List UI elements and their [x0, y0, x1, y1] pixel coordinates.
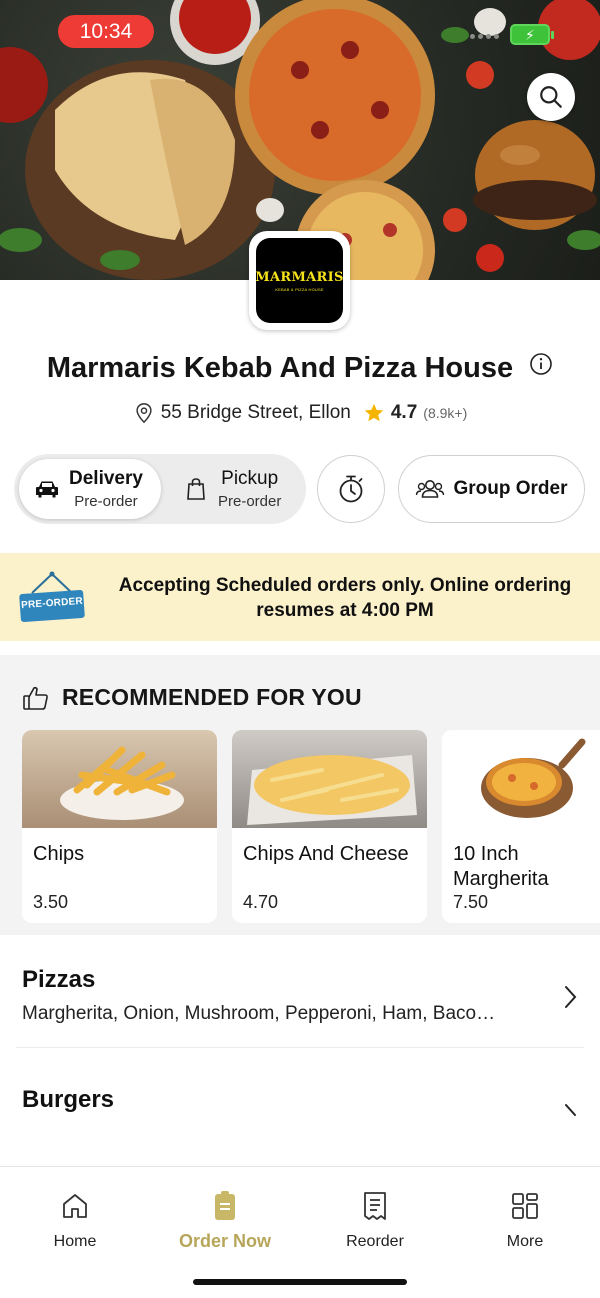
logo-text: MARMARIS	[255, 269, 344, 285]
recommended-section: RECOMMENDED FOR YOU Chips 3.50 Chips And…	[0, 655, 600, 935]
restaurant-name: Marmaris Kebab And Pizza House	[46, 352, 514, 384]
grid-icon	[512, 1193, 538, 1219]
address-row: 55 Bridge Street, Ellon 4.7 (8.9k+)	[0, 401, 600, 425]
group-order-label: Group Order	[453, 478, 568, 499]
logo-subtext: KEBAB & PIZZA HOUSE	[275, 286, 324, 292]
rating-value: 4.7	[390, 402, 418, 423]
home-indicator	[193, 1279, 407, 1285]
recommended-card-chips[interactable]: Chips 3.50	[22, 730, 217, 923]
recommended-heading-row: RECOMMENDED FOR YOU	[22, 684, 362, 711]
order-now-icon	[215, 1191, 235, 1220]
pickup-option[interactable]: Pickup Pre-order	[172, 459, 304, 519]
tab-label: Home	[53, 1233, 97, 1250]
margherita-photo	[442, 730, 600, 828]
status-bar-time: 10:34	[58, 15, 154, 48]
group-icon	[416, 480, 445, 498]
chevron-right-icon	[565, 1104, 576, 1116]
item-name: Chips	[33, 843, 85, 865]
item-name: Chips And Cheese	[243, 843, 409, 865]
tab-label: Reorder	[346, 1233, 404, 1250]
tab-more[interactable]: More	[450, 1189, 600, 1251]
tab-reorder[interactable]: Reorder	[300, 1189, 450, 1251]
banner-message: Accepting Scheduled orders only. Online …	[118, 575, 572, 621]
tab-order-now[interactable]: Order Now	[150, 1189, 300, 1252]
address-text: 55 Bridge Street, Ellon	[160, 402, 351, 423]
bag-icon	[187, 478, 205, 500]
signal-icon	[470, 34, 499, 39]
pickup-sublabel: Pre-order	[218, 493, 282, 510]
item-price: 7.50	[453, 892, 489, 912]
item-price: 3.50	[33, 892, 69, 912]
delivery-label: Delivery	[69, 468, 143, 489]
preorder-sign-icon: PRE-ORDER	[18, 571, 86, 627]
scheduled-orders-banner: PRE-ORDER Accepting Scheduled orders onl…	[0, 553, 600, 641]
group-order-button[interactable]: Group Order	[398, 455, 585, 523]
location-pin-icon	[136, 403, 152, 424]
chevron-right-icon	[565, 986, 577, 1008]
home-icon	[63, 1194, 87, 1218]
search-button[interactable]	[527, 73, 575, 121]
category-name: Burgers	[22, 1086, 115, 1113]
tab-label: More	[506, 1233, 544, 1250]
thumbs-up-icon	[23, 686, 48, 710]
order-mode-toggle: Delivery Pre-order Pickup Pre-order	[14, 454, 306, 524]
delivery-sublabel: Pre-order	[74, 493, 138, 510]
tab-home[interactable]: Home	[0, 1189, 150, 1251]
stopwatch-icon	[339, 475, 363, 503]
chips-photo	[22, 730, 217, 828]
battery-charging-icon: ⚡	[510, 24, 554, 45]
delivery-option[interactable]: Delivery Pre-order	[19, 459, 161, 519]
rating-count: (8.9k+)	[423, 405, 468, 421]
chips-and-cheese-photo	[232, 730, 427, 828]
receipt-icon	[364, 1192, 386, 1220]
item-price: 4.70	[243, 892, 279, 912]
schedule-button[interactable]	[317, 455, 385, 523]
restaurant-logo: MARMARIS KEBAB & PIZZA HOUSE	[249, 231, 350, 330]
category-description: Margherita, Onion, Mushroom, Pepperoni, …	[22, 1003, 496, 1024]
info-icon[interactable]	[529, 351, 553, 384]
category-row-pizzas[interactable]: Pizzas Margherita, Onion, Mushroom, Pepp…	[0, 950, 600, 1047]
recommended-heading: RECOMMENDED FOR YOU	[62, 684, 362, 710]
search-icon	[540, 86, 562, 108]
restaurant-title-row: Marmaris Kebab And Pizza House	[0, 352, 600, 385]
star-icon	[364, 403, 384, 422]
divider	[16, 1047, 584, 1048]
tab-label: Order Now	[178, 1231, 271, 1251]
category-name: Pizzas	[22, 966, 96, 993]
pickup-label: Pickup	[221, 468, 279, 489]
recommended-card-margherita[interactable]: 10 Inch Margherita 7.50	[442, 730, 600, 923]
car-icon	[36, 481, 58, 498]
recommended-card-chips-and-cheese[interactable]: Chips And Cheese 4.70	[232, 730, 427, 923]
category-row-burgers[interactable]: Burgers	[0, 1070, 600, 1160]
item-name: 10 Inch Margherita	[453, 843, 549, 890]
